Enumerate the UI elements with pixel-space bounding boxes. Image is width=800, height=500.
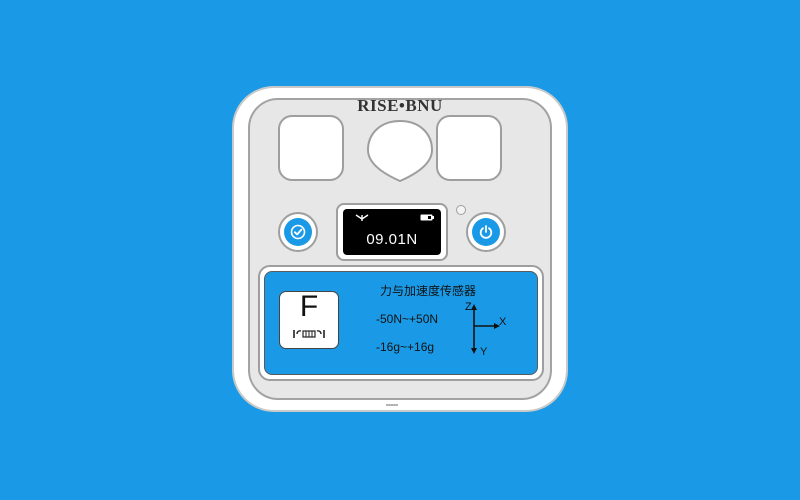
brand-logo-text: RISE•BNU (357, 96, 443, 115)
right-square-button[interactable] (436, 115, 502, 181)
battery-icon (420, 214, 434, 221)
acceleration-range: -16g~+16g (376, 340, 435, 354)
axis-x-label: X (499, 316, 507, 328)
antenna-icon (355, 214, 369, 221)
confirm-button[interactable] (278, 212, 318, 252)
teardrop-button[interactable] (362, 118, 438, 184)
force-range: -50N~+50N (376, 312, 439, 326)
bottom-notch (386, 404, 398, 406)
badge-letter: F (299, 290, 319, 323)
axis-y-label: Y (480, 346, 488, 358)
axis-z-label: Z (465, 302, 472, 313)
power-icon (479, 225, 493, 239)
axis-diagram-icon: Z X Y (465, 302, 507, 358)
check-icon (290, 224, 306, 240)
power-button[interactable] (466, 212, 506, 252)
left-square-button[interactable] (278, 115, 344, 181)
status-led (456, 205, 466, 215)
sensor-reading: 09.01N (366, 231, 418, 248)
spring-icon (293, 330, 325, 338)
sensor-title: 力与加速度传感器 (380, 284, 477, 298)
